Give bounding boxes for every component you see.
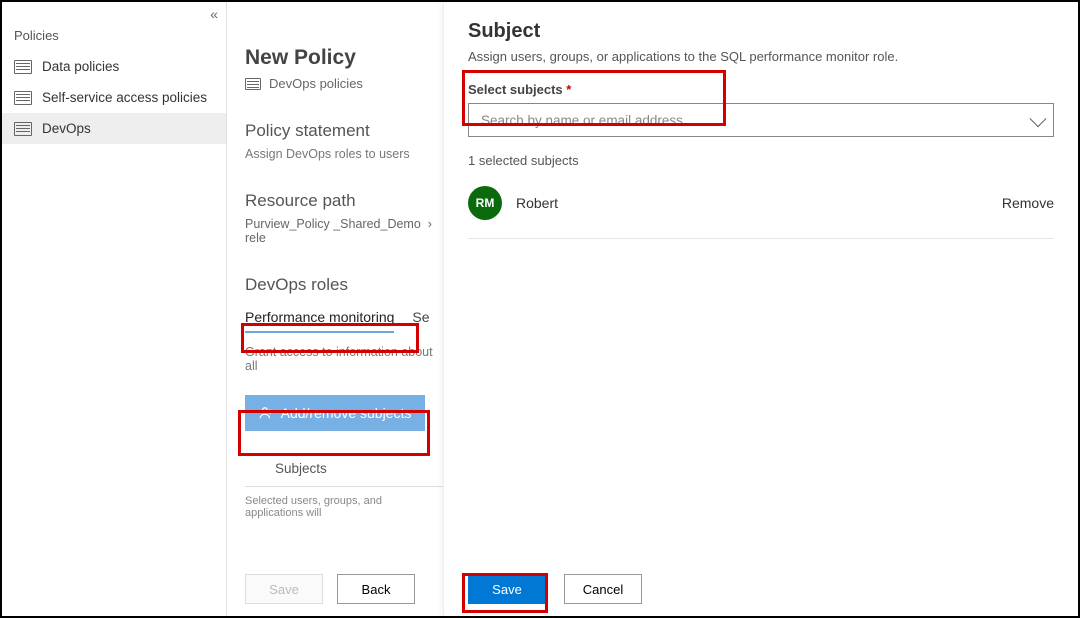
collapse-sidebar-button[interactable]: « [210, 6, 218, 22]
divider [245, 486, 443, 487]
list-icon [245, 78, 261, 90]
add-remove-label: Add/remove subjects [281, 405, 412, 421]
selected-subjects-count: 1 selected subjects [468, 153, 1054, 168]
subject-panel-title: Subject [468, 20, 1054, 43]
save-button[interactable]: Save [468, 574, 546, 604]
resource-path-title: Resource path [245, 191, 443, 211]
policy-save-button: Save [245, 574, 323, 604]
breadcrumb: DevOps policies [245, 76, 443, 91]
sidebar-title: Policies [2, 8, 226, 51]
policy-statement-title: Policy statement [245, 121, 443, 141]
subjects-header: Subjects [245, 461, 443, 476]
roles-tab-desc: Grant access to information about all [245, 345, 443, 373]
tab-secondary[interactable]: Se [412, 309, 429, 333]
select-subjects-label: Select subjects * [468, 82, 1054, 97]
list-icon [14, 60, 32, 74]
breadcrumb-label: DevOps policies [269, 76, 363, 91]
sidebar-item-devops[interactable]: DevOps [2, 113, 226, 144]
resource-root-link[interactable]: Purview_Policy _Shared_Demo [245, 217, 421, 231]
sidebar-item-selfservice[interactable]: Self-service access policies [2, 82, 226, 113]
required-asterisk: * [566, 82, 571, 97]
subjects-note: Selected users, groups, and applications… [245, 495, 443, 519]
sidebar-item-data-policies[interactable]: Data policies [2, 51, 226, 82]
subject-panel-footer: Save Cancel [468, 574, 642, 604]
sidebar: « Policies Data policies Self-service ac… [2, 2, 227, 616]
tab-performance-monitoring[interactable]: Performance monitoring [245, 309, 394, 333]
select-subjects-field [468, 103, 1054, 137]
avatar: RM [468, 186, 502, 220]
policy-panel: New Policy DevOps policies Policy statem… [227, 2, 443, 616]
sidebar-item-label: Self-service access policies [42, 90, 207, 105]
resource-path-value: Purview_Policy _Shared_Demo › rele [245, 217, 443, 245]
subject-row: RM Robert Remove [468, 186, 1054, 239]
roles-tabs: Performance monitoring Se [245, 309, 443, 333]
subject-panel: Subject Assign users, groups, or applica… [443, 2, 1078, 616]
list-icon [14, 122, 32, 136]
add-remove-subjects-button[interactable]: Add/remove subjects [245, 395, 425, 431]
devops-roles-title: DevOps roles [245, 275, 443, 295]
list-icon [14, 91, 32, 105]
resource-child: rele [245, 231, 266, 245]
policy-statement-desc: Assign DevOps roles to users [245, 147, 443, 161]
page-title: New Policy [245, 46, 443, 70]
policy-footer: Save Back [245, 574, 415, 604]
person-icon [259, 406, 273, 420]
sidebar-item-label: Data policies [42, 59, 119, 74]
policy-back-button[interactable]: Back [337, 574, 415, 604]
select-subjects-input[interactable] [468, 103, 1054, 137]
cancel-button[interactable]: Cancel [564, 574, 642, 604]
sidebar-item-label: DevOps [42, 121, 91, 136]
remove-subject-button[interactable]: Remove [1002, 195, 1054, 211]
subject-name: Robert [516, 195, 1002, 211]
subject-panel-desc: Assign users, groups, or applications to… [468, 49, 1054, 64]
